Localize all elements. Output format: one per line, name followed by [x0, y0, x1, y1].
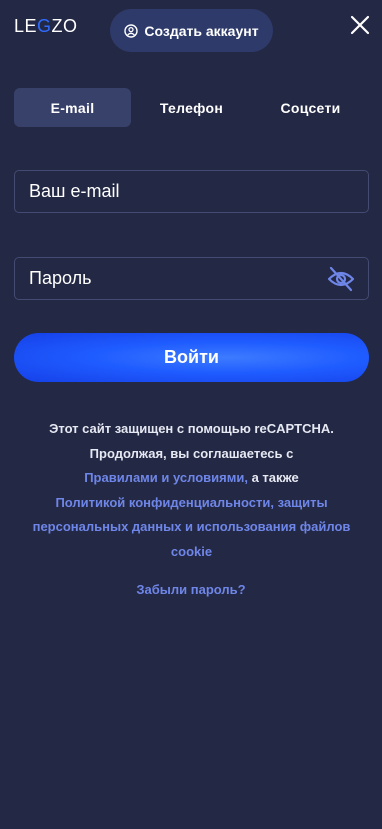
eye-off-icon[interactable]	[327, 266, 355, 292]
close-icon[interactable]	[349, 14, 371, 36]
email-input[interactable]	[15, 171, 368, 212]
header: LEGZO Создать аккаунт	[0, 0, 382, 60]
privacy-link-1[interactable]: Политикой конфиденциальности, защиты	[55, 495, 327, 510]
privacy-line-1: Политикой конфиденциальности, защиты	[14, 491, 369, 516]
legzo-logo[interactable]: LEGZO	[14, 16, 78, 37]
privacy-line-2: персональных данных и использования файл…	[14, 515, 369, 540]
create-account-button[interactable]: Создать аккаунт	[110, 9, 273, 52]
user-circle-icon	[124, 23, 139, 38]
and-also-text: а также	[247, 470, 299, 485]
logo-part-1: LE	[14, 16, 38, 36]
legal-notice: Этот сайт защищен с помощью reCAPTCHA. П…	[14, 417, 369, 564]
agreement-text: Продолжая, вы соглашаетесь с	[89, 445, 294, 461]
login-method-tabs: E-mail Телефон Соцсети	[14, 88, 369, 127]
tab-email[interactable]: E-mail	[14, 88, 131, 127]
tab-social[interactable]: Соцсети	[252, 88, 369, 127]
tab-phone[interactable]: Телефон	[133, 88, 250, 127]
recaptcha-notice: Этот сайт защищен с помощью reCAPTCHA.	[49, 421, 334, 436]
privacy-line-3: cookie	[14, 540, 369, 565]
login-button[interactable]: Войти	[14, 333, 369, 382]
logo-part-2: ZO	[51, 16, 78, 36]
privacy-link-3[interactable]: cookie	[171, 544, 212, 559]
privacy-link-2[interactable]: персональных данных и использования файл…	[33, 519, 351, 534]
create-account-label: Создать аккаунт	[144, 22, 259, 39]
terms-line: Правилами и условиями, а также	[14, 466, 369, 491]
forgot-password-link[interactable]: Забыли пароль?	[0, 582, 382, 597]
password-field-wrapper	[14, 257, 369, 300]
password-input[interactable]	[15, 258, 368, 299]
logo-accent: G	[37, 16, 52, 36]
terms-link[interactable]: Правилами и условиями,	[84, 470, 248, 485]
email-field-wrapper	[14, 170, 369, 213]
